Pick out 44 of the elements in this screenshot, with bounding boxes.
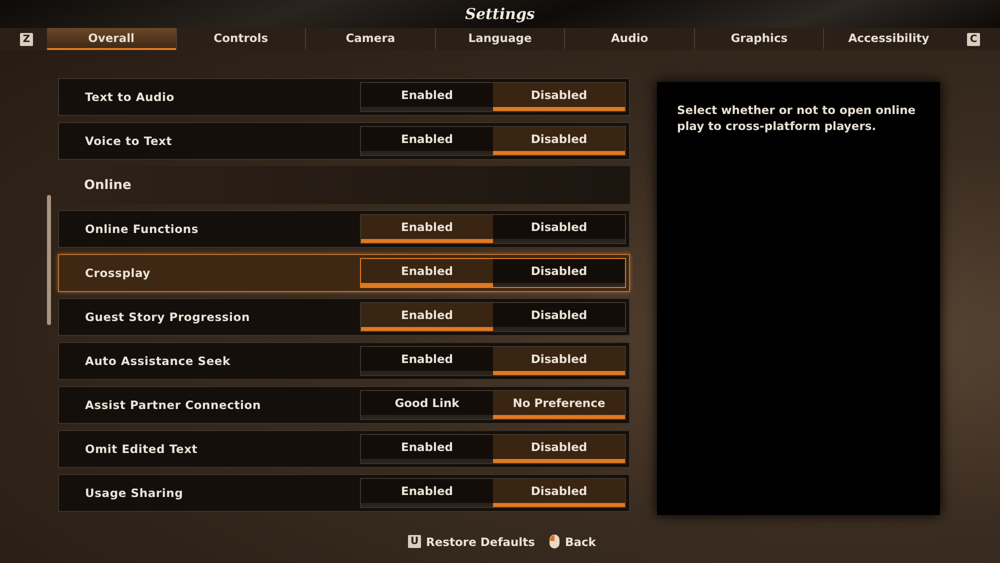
setting-row[interactable]: Crossplay Enabled Disabled — [58, 254, 630, 292]
tab[interactable]: Audio — [564, 28, 694, 50]
mouse-icon — [548, 534, 560, 549]
tab[interactable]: Camera — [305, 28, 435, 50]
setting-row[interactable]: Online Functions Enabled Disabled — [58, 210, 630, 248]
option-button[interactable]: Disabled — [493, 479, 625, 507]
tab[interactable]: Graphics — [694, 28, 824, 50]
key-hint: Z — [20, 32, 33, 46]
window-title: Settings — [465, 5, 535, 23]
hint-label[interactable]: Restore Defaults — [426, 534, 535, 548]
setting-label: Usage Sharing — [85, 486, 184, 500]
setting-row[interactable]: Auto Assistance Seek Enabled Disabled — [58, 342, 630, 380]
setting-label: Auto Assistance Seek — [85, 354, 232, 368]
option-button[interactable]: Disabled — [493, 347, 625, 375]
setting-label: Online Functions — [85, 222, 200, 236]
setting-row[interactable]: Omit Edited Text Enabled Disabled — [58, 430, 630, 468]
tab[interactable]: Accessibility — [823, 28, 954, 50]
tab[interactable]: Overall — [47, 28, 176, 50]
setting-label: Text to Audio — [85, 90, 176, 104]
option-button[interactable]: Disabled — [493, 259, 625, 287]
tab[interactable]: Language — [434, 28, 564, 50]
setting-row[interactable]: Usage Sharing Enabled Disabled — [58, 474, 630, 512]
setting-row[interactable]: Text to Audio Enabled Disabled — [58, 78, 630, 116]
setting-label: Omit Edited Text — [85, 442, 199, 456]
option-button[interactable]: No Preference — [493, 391, 625, 419]
option-button[interactable]: Enabled — [361, 215, 493, 243]
option-button[interactable]: Enabled — [361, 303, 493, 331]
setting-row[interactable]: Assist Partner Connection Good Link No Preference — [58, 386, 630, 424]
option-button[interactable]: Disabled — [493, 127, 625, 155]
setting-label: Crossplay — [85, 266, 152, 280]
setting-label: Voice to Text — [85, 134, 174, 148]
setting-label: Assist Partner Connection — [85, 398, 262, 412]
setting-row[interactable]: Voice to Text Enabled Disabled — [58, 122, 630, 160]
scrollbar[interactable] — [47, 195, 51, 325]
key-hint: C — [967, 32, 980, 46]
setting-row[interactable]: Guest Story Progression Enabled Disabled — [58, 298, 630, 336]
option-button[interactable]: Disabled — [493, 83, 625, 111]
tab[interactable]: Controls — [176, 28, 306, 50]
description-text: Select whether or not to open online play to cross-platform players. — [657, 82, 940, 515]
setting-label: Guest Story Progression — [85, 310, 251, 324]
option-button[interactable]: Disabled — [493, 435, 625, 463]
key-hint: U — [408, 535, 422, 548]
hint-label[interactable]: Back — [564, 534, 596, 548]
option-button[interactable]: Enabled — [361, 259, 493, 287]
